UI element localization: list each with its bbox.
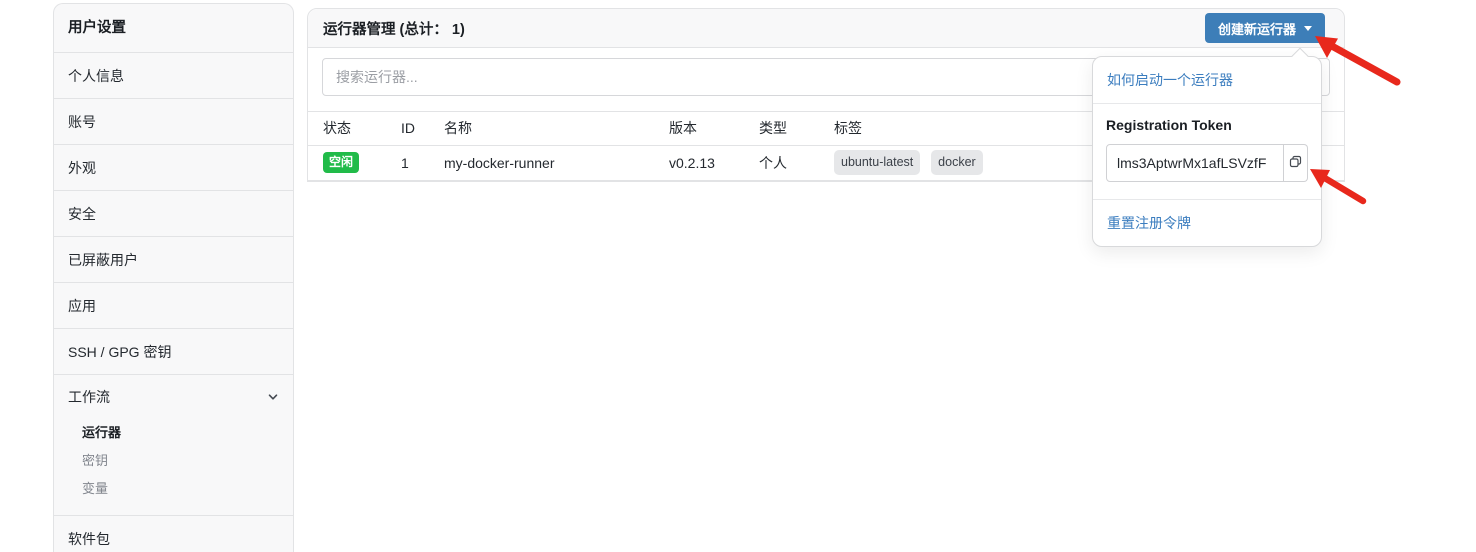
token-input-group — [1106, 144, 1308, 182]
workflow-label: 工作流 — [68, 387, 110, 407]
create-runner-button[interactable]: 创建新运行器 — [1205, 13, 1325, 43]
panel-header: 运行器管理 (总计： 1) 创建新运行器 — [308, 9, 1344, 48]
column-header-version: 版本 — [654, 112, 744, 145]
runner-status-cell: 空闲 — [308, 145, 386, 180]
column-header-type: 类型 — [744, 112, 819, 145]
registration-token-label: Registration Token — [1106, 117, 1308, 133]
caret-down-icon — [1304, 26, 1312, 31]
sidebar-item-secrets[interactable]: 密钥 — [54, 447, 293, 475]
sidebar-item-blocked-users[interactable]: 已屏蔽用户 — [54, 237, 293, 283]
copy-icon — [1288, 154, 1303, 172]
runner-label-tag: ubuntu-latest — [834, 150, 920, 174]
sidebar-item-packages[interactable]: 软件包 — [54, 516, 293, 552]
how-to-start-runner-link[interactable]: 如何启动一个运行器 — [1093, 57, 1321, 103]
sidebar-item-appearance[interactable]: 外观 — [54, 145, 293, 191]
runner-label-tag: docker — [931, 150, 983, 174]
settings-sidebar: 用户设置 个人信息 账号 外观 安全 已屏蔽用户 应用 SSH / GPG 密钥… — [53, 3, 294, 552]
sidebar-section-workflow: 工作流 运行器 密钥 变量 — [54, 375, 293, 516]
page-title: 运行器管理 (总计： 1) — [323, 18, 465, 39]
copy-token-button[interactable] — [1284, 144, 1308, 182]
create-runner-button-label: 创建新运行器 — [1218, 19, 1296, 38]
sidebar-title: 用户设置 — [54, 4, 293, 53]
runner-id-cell: 1 — [386, 145, 429, 180]
sidebar-item-security[interactable]: 安全 — [54, 191, 293, 237]
sidebar-item-variables[interactable]: 变量 — [54, 475, 293, 503]
chevron-down-icon — [267, 391, 279, 403]
column-header-status: 状态 — [308, 112, 386, 145]
registration-token-input[interactable] — [1106, 144, 1284, 182]
sidebar-item-ssh-gpg-keys[interactable]: SSH / GPG 密钥 — [54, 329, 293, 375]
runner-version-cell: v0.2.13 — [654, 145, 744, 180]
registration-token-section: Registration Token — [1093, 104, 1321, 199]
runner-name-cell: my-docker-runner — [429, 145, 654, 180]
column-header-name: 名称 — [429, 112, 654, 145]
reset-registration-token-link[interactable]: 重置注册令牌 — [1093, 200, 1321, 246]
runner-type-cell: 个人 — [744, 145, 819, 180]
create-runner-dropdown: 如何启动一个运行器 Registration Token 重置注册令牌 — [1092, 56, 1322, 247]
sidebar-item-applications[interactable]: 应用 — [54, 283, 293, 329]
sidebar-item-account[interactable]: 账号 — [54, 99, 293, 145]
status-badge: 空闲 — [323, 152, 359, 173]
sidebar-item-workflow[interactable]: 工作流 — [54, 375, 293, 419]
sidebar-item-profile[interactable]: 个人信息 — [54, 53, 293, 99]
sidebar-item-runners[interactable]: 运行器 — [54, 419, 293, 447]
column-header-id: ID — [386, 112, 429, 145]
